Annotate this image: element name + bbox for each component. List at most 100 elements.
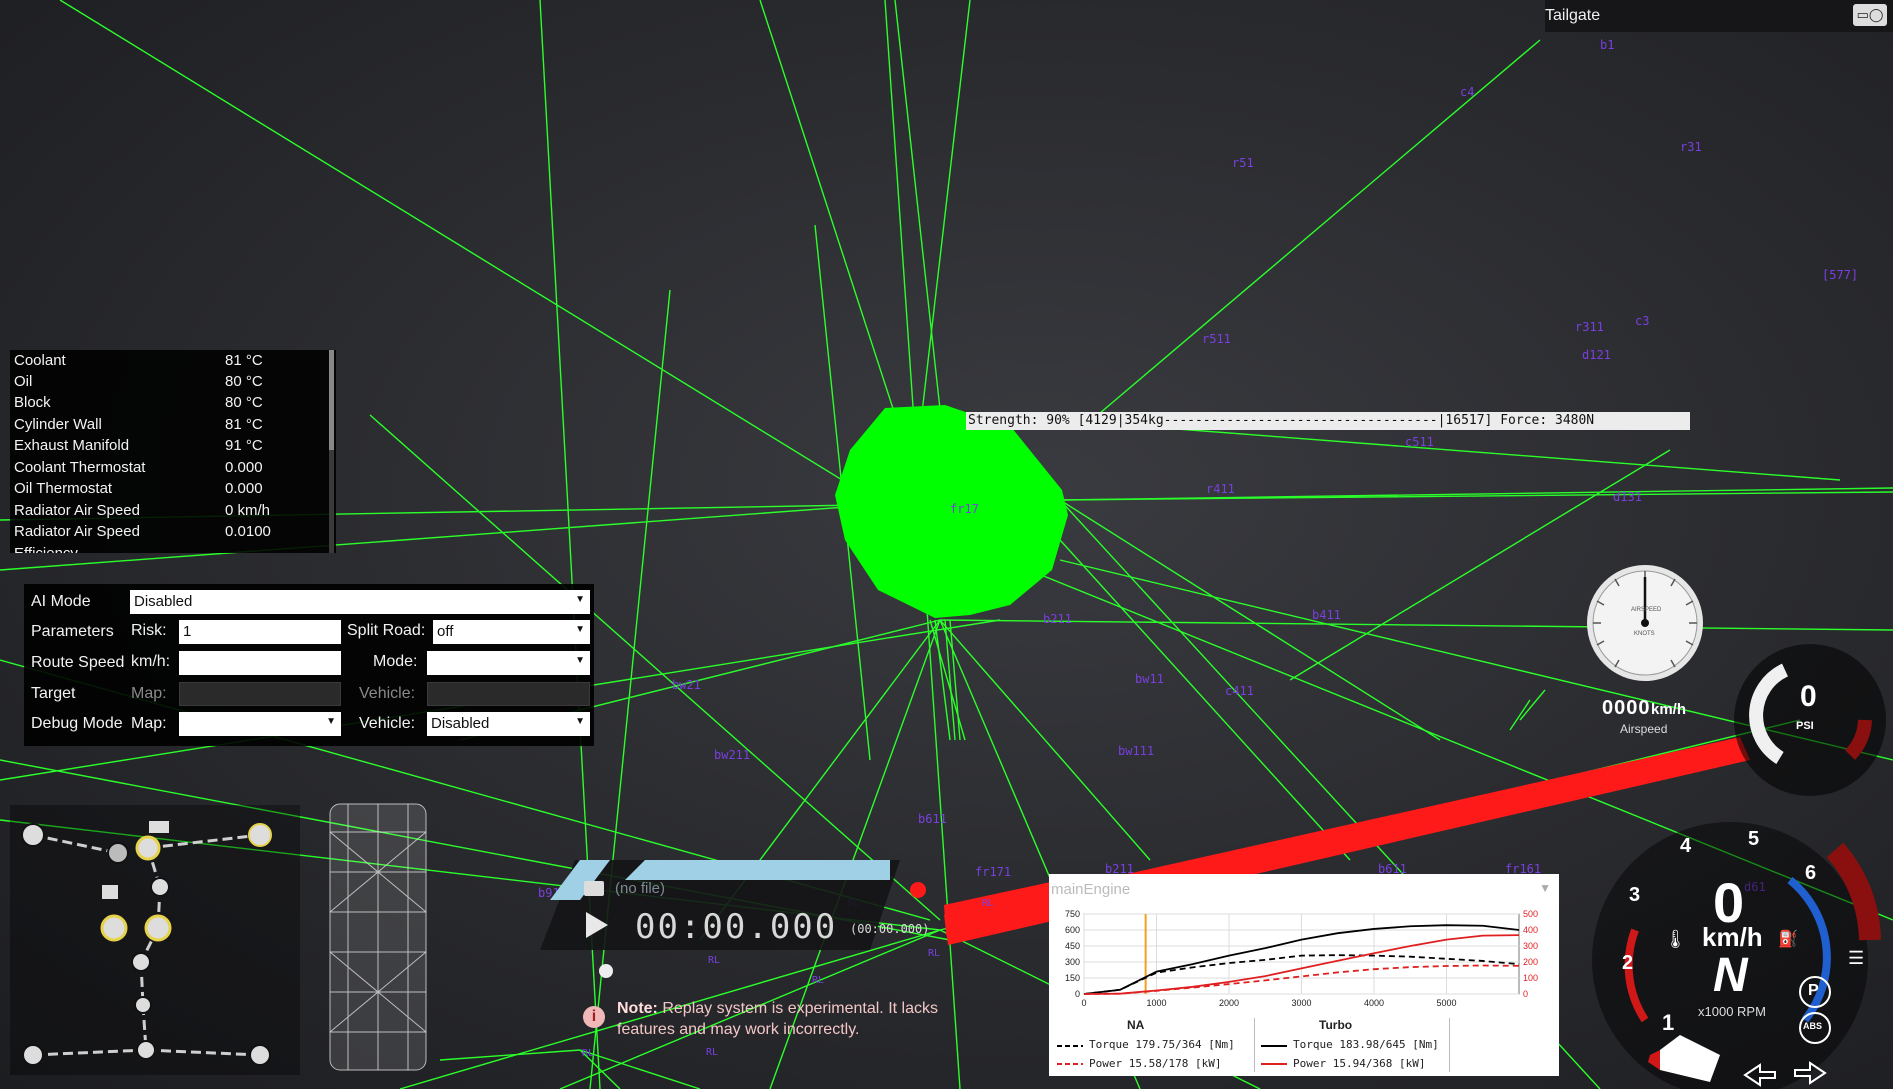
replay-time: 00:00.000 [635, 907, 838, 947]
target-label: Target [31, 685, 76, 702]
window-title: Tailgate [1545, 7, 1601, 24]
node-label: RL [982, 898, 995, 909]
y-right-tick-label: 100 [1523, 973, 1538, 983]
camera-toggle-button[interactable]: ▭◯ [1853, 4, 1887, 26]
debug-map-select[interactable]: ▼ [179, 712, 341, 736]
wheel-icon [249, 1044, 271, 1066]
y-left-tick-label: 150 [1065, 973, 1080, 983]
node-label: c3 [1635, 314, 1650, 328]
x-tick-label: 4000 [1364, 998, 1384, 1008]
rpm-mark: 5 [1748, 828, 1760, 850]
y-left-tick-label: 300 [1065, 957, 1080, 967]
route-speed-input[interactable] [179, 651, 341, 675]
mode-label: Mode: [373, 653, 418, 670]
legend-divider [1254, 1018, 1255, 1072]
node-label: r411 [1206, 482, 1235, 496]
airspeed-value: 0000 [1602, 697, 1651, 719]
node-label: fr17 [950, 502, 979, 516]
engine-torque-chart: mainEngine ▼ 0 1000 2000 3000 4000 5000 0 150 30… [1049, 874, 1559, 1076]
engine-icon [149, 821, 169, 833]
replay-file-label: (no file) [615, 880, 666, 897]
folder-icon[interactable] [584, 881, 604, 896]
chevron-down-icon: ▼ [575, 655, 585, 666]
rpm-mark: 4 [1680, 835, 1692, 857]
debug-vehicle-select[interactable]: Disabled ▼ [427, 712, 590, 736]
x-tick-label: 0 [1081, 998, 1086, 1008]
y-right-tick-label: 400 [1523, 925, 1538, 935]
split-road-select[interactable]: off ▼ [433, 620, 590, 644]
x-tick-label: 3000 [1291, 998, 1311, 1008]
target-map-label: Map: [131, 685, 167, 702]
mode-select[interactable]: ▼ [427, 651, 590, 675]
na-torque-legend: Torque 179.75/364 [Nm] [1089, 1038, 1235, 1051]
node-label: b411 [1312, 608, 1341, 622]
joint-icon [131, 952, 151, 972]
replay-time-total: (00:00.000) [850, 922, 930, 936]
node-label: fr171 [975, 865, 1012, 879]
target-vehicle-input [427, 682, 590, 706]
wheel-icon [248, 823, 272, 847]
temps-scrollbar[interactable] [329, 350, 334, 553]
x-tick-label: 2000 [1219, 998, 1239, 1008]
rpm-mark: 6 [1805, 862, 1817, 884]
legend-divider [1449, 1018, 1450, 1072]
rpm-label: x1000 RPM [1698, 1004, 1766, 1019]
play-button[interactable] [586, 912, 608, 938]
drivetrain-diagram [10, 805, 300, 1075]
node-label: b211 [1043, 612, 1072, 626]
ai-mode-select[interactable]: Disabled ▼ [130, 590, 590, 614]
y-right-tick-label: 500 [1523, 909, 1538, 919]
y-right-tick-label: 0 [1523, 989, 1528, 999]
airspeed-dial-text: AIRSPEED [1631, 607, 1662, 613]
abs-icon: ABS [1803, 1021, 1823, 1031]
debug-mode-label: Debug Mode [31, 715, 123, 732]
turbo-label: Turbo [1319, 1018, 1353, 1032]
debug-map-label: Map: [131, 715, 167, 732]
airspeed-label: Airspeed [1620, 722, 1668, 736]
ai-control-panel: AI Mode Disabled ▼ Parameters Risk: 1 Spl… [24, 584, 594, 746]
node-label: bw111 [1118, 744, 1155, 758]
node-label: d121 [1582, 348, 1611, 362]
transfercase-icon [100, 914, 128, 942]
rpm-mark: 1 [1662, 1010, 1675, 1035]
target-map-input [179, 682, 341, 706]
gearbox-icon [135, 835, 161, 861]
window-title-bar: Tailgate ▭◯ [1545, 0, 1893, 32]
engine-temperatures-panel[interactable]: Coolant 81 °C Oil 80 °C Block 80 °C Cylinde… [10, 350, 336, 553]
y-left-tick-label: 600 [1065, 925, 1080, 935]
risk-label: Risk: [131, 622, 167, 639]
node-label: c4 [1460, 85, 1475, 99]
debug-vehicle-label: Vehicle: [359, 715, 416, 732]
wheel-icon [22, 1044, 44, 1066]
rpm-mark: 2 [1622, 952, 1634, 974]
wheel-icon [21, 823, 45, 847]
node-label: bw11 [1135, 672, 1164, 686]
parameters-label: Parameters [31, 623, 114, 640]
y-right-tick-label: 200 [1523, 957, 1538, 967]
clutch-icon [107, 842, 129, 864]
node-label: r311 [1575, 320, 1604, 334]
y-left-tick-label: 0 [1075, 989, 1080, 999]
target-vehicle-label: Vehicle: [359, 685, 416, 702]
x-tick-label: 1000 [1146, 998, 1166, 1008]
turbo-torque-legend: Torque 183.98/645 [Nm] [1293, 1038, 1439, 1051]
rpm-mark: 3 [1629, 884, 1641, 906]
boost-unit: PSI [1796, 720, 1814, 732]
shaft-icon [150, 877, 170, 897]
chevron-down-icon: ▼ [326, 716, 336, 727]
record-button[interactable] [910, 882, 926, 898]
node-label: bw211 [714, 748, 751, 762]
na-label: NA [1127, 1018, 1145, 1032]
route-speed-label: Route Speed [31, 654, 125, 671]
replay-panel: (no file) 00:00.000 (00:00.000) i Note: … [540, 860, 950, 1060]
node-label: b611 [918, 812, 947, 826]
node-label: c511 [1405, 435, 1434, 449]
node-label: [577] [1822, 268, 1859, 282]
gear-icon [102, 885, 118, 899]
gear-indicator: N [1713, 949, 1748, 1002]
risk-input[interactable]: 1 [179, 620, 341, 644]
y-right-tick-label: 300 [1523, 941, 1538, 951]
rear-diff-icon [136, 1040, 156, 1060]
replay-scrubber-handle[interactable] [599, 964, 613, 978]
node-label: b1 [1600, 38, 1615, 52]
